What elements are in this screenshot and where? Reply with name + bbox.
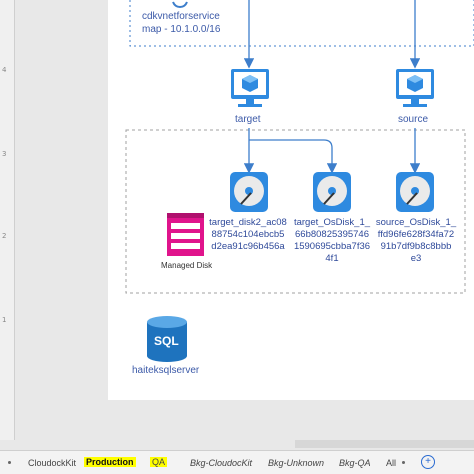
vnet-address-label: map - 10.1.0.0/16 xyxy=(142,24,221,35)
horizontal-scrollbar[interactable] xyxy=(295,440,474,448)
vm-label-source: source xyxy=(398,114,429,125)
managed-disk-icon[interactable] xyxy=(167,213,204,256)
disk-icon[interactable] xyxy=(313,172,351,212)
vnet-name-label: cdkvnetforservice xyxy=(142,11,220,22)
vm-monitor-icon[interactable] xyxy=(231,69,269,107)
vm-label-target: target xyxy=(235,114,261,125)
disk-icon[interactable] xyxy=(396,172,434,212)
tab-scroll-dot xyxy=(8,461,11,464)
tab-menu-dot[interactable] xyxy=(402,461,405,464)
tab-cloudockkit[interactable]: CloudockKit xyxy=(28,458,76,468)
add-tab-icon[interactable]: + xyxy=(421,455,435,469)
tab-qa[interactable]: QA xyxy=(150,457,168,467)
tab-bkg-cloudockit[interactable]: Bkg-CloudocKit xyxy=(190,458,252,468)
tab-production[interactable]: Production xyxy=(84,457,136,467)
tab-bkg-unknown[interactable]: Bkg-Unknown xyxy=(268,458,324,468)
disk-label-source-osdisk: source_OsDisk_1_ ffd96fe628f34fa72 91b7d… xyxy=(375,217,457,264)
vm-monitor-icon[interactable] xyxy=(396,69,434,107)
tab-all[interactable]: All xyxy=(386,458,396,468)
disk-label-target-disk2: target_disk2_ac08 88754c104ebcb5 d2ea91c… xyxy=(209,217,287,252)
vnet-icon-fragment xyxy=(172,1,188,9)
sql-server-label: haiteksqlserver xyxy=(132,365,200,376)
sql-icon-text: SQL xyxy=(154,334,179,348)
connector-target-osdisk xyxy=(249,139,338,174)
managed-disk-label: Managed Disk xyxy=(161,261,213,270)
disk-label-target-osdisk: target_OsDisk_1_ 66b80825395746 1590695c… xyxy=(293,217,371,264)
tab-bkg-qa[interactable]: Bkg-QA xyxy=(339,458,371,468)
disk-icon[interactable] xyxy=(230,172,268,212)
